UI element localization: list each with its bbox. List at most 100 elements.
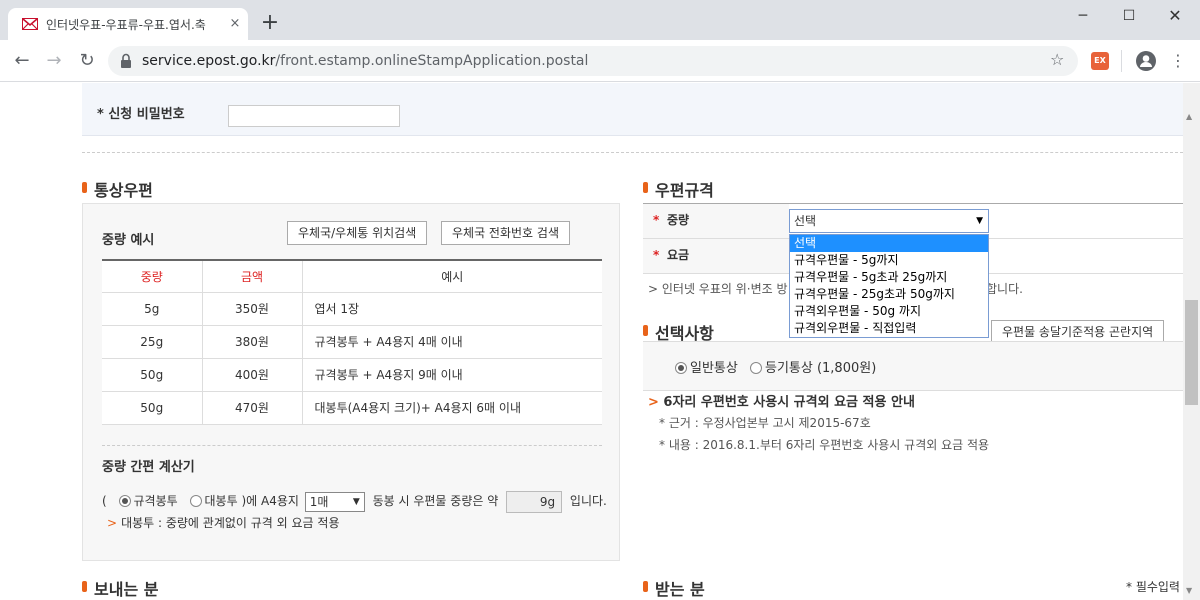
fee-label: 요금	[667, 248, 690, 262]
radio-registered-mail[interactable]	[749, 362, 762, 374]
divider	[102, 445, 602, 446]
large-envelope-note: > 대봉투 : 중량에 관계없이 규격 외 요금 적용	[107, 514, 340, 531]
radio-standard-envelope[interactable]	[118, 495, 131, 507]
weight-calculator-title: 중량 간편 계산기	[102, 460, 195, 475]
tab-close-icon[interactable]: ×	[226, 15, 244, 33]
chevron-down-icon: ▼	[352, 496, 360, 507]
calc-after-select: 동봉 시 우편물 중량은 약	[372, 494, 499, 508]
cell-weight: 5g	[102, 291, 203, 326]
fee-label-cell: * 요금	[643, 239, 789, 273]
chevron-down-icon: ▼	[976, 216, 983, 226]
weight-example-title: 중량 예시	[102, 233, 155, 248]
address-bar[interactable]: service.epost.go.kr/front.estamp.onlineS…	[108, 46, 1078, 76]
section-title-receiver: 받는 분	[643, 576, 705, 600]
lock-icon	[121, 53, 131, 68]
weight-example-box: 중량 예시 우체국/우체통 위치검색 우체국 전화번호 검색 중량 금액 예시 …	[82, 203, 620, 561]
radio-large-envelope[interactable]	[189, 495, 202, 507]
weight-select-value: 선택	[794, 214, 817, 228]
note-arrow-icon: >	[648, 395, 664, 410]
cell-example: 규격봉투 + A4용지 9매 이내	[301, 357, 602, 392]
weight-dropdown-list[interactable]: 선택 규격우편물 - 5g까지 규격우편물 - 5g초과 25g까지 규격우편물…	[789, 234, 989, 338]
forgery-note-suffix: 합니다.	[986, 282, 1023, 296]
calc-open-paren: (	[102, 494, 107, 508]
table-row: 50g 470원 대봉투(A4용지 크기)+ A4용지 6매 이내	[102, 390, 602, 425]
table-row: 50g 400원 규격봉투 + A4용지 9매 이내	[102, 357, 602, 392]
section-title-sender: 보내는 분	[82, 576, 158, 600]
url-host: service.epost.go.kr	[142, 53, 276, 69]
dropdown-option[interactable]: 규격외우편물 - 50g 까지	[790, 303, 988, 320]
sheet-count-value: 1매	[309, 494, 329, 509]
zip-code-fee-notice-title: > 6자리 우편번호 사용시 규격외 요금 적용 안내	[648, 391, 915, 410]
section-title-regular-mail: 통상우편	[82, 177, 153, 201]
cell-price: 380원	[201, 324, 303, 359]
calc-tail: 입니다.	[569, 494, 607, 508]
url-text: service.epost.go.kr/front.estamp.onlineS…	[142, 53, 588, 69]
column-header-price: 금액	[201, 259, 303, 293]
mail-type-radios: 일반통상 등기통상 (1,800원)	[667, 357, 876, 376]
toolbar-divider	[1121, 50, 1122, 72]
password-label: * 신청 비밀번호	[97, 107, 185, 122]
table-row: 25g 380원 규격봉투 + A4용지 4매 이내	[102, 324, 602, 359]
tab-strip: 인터넷우표-우표류-우표.엽서.축 × + ─ ☐ ✕	[0, 0, 1200, 40]
note-arrow-icon: >	[107, 516, 118, 530]
dropdown-option[interactable]: 규격외우편물 - 직접입력	[790, 320, 988, 337]
window-minimize-button[interactable]: ─	[1060, 2, 1106, 30]
cell-weight: 50g	[102, 390, 203, 425]
radio-large-label: 대봉투	[204, 494, 238, 508]
password-row: * 신청 비밀번호	[82, 83, 1183, 136]
cell-example: 규격봉투 + A4용지 4매 이내	[301, 324, 602, 359]
epost-favicon-icon	[22, 18, 38, 30]
weight-select[interactable]: 선택 ▼	[789, 209, 989, 233]
notice-content: * 내용 : 2016.8.1.부터 6자리 우편번호 사용시 규격외 요금 적…	[659, 438, 990, 452]
password-input[interactable]	[228, 105, 400, 127]
column-header-example: 예시	[301, 259, 602, 293]
browser-tab[interactable]: 인터넷우표-우표류-우표.엽서.축 ×	[8, 8, 248, 40]
bookmark-star-icon[interactable]: ☆	[1050, 50, 1064, 69]
url-path: /front.estamp.onlineStampApplication.pos…	[275, 53, 589, 69]
scroll-up-icon[interactable]: ▲	[1186, 112, 1192, 121]
browser-toolbar: ← → ↻ service.epost.go.kr/front.estamp.o…	[0, 40, 1200, 82]
tab-title: 인터넷우표-우표류-우표.엽서.축	[46, 18, 206, 32]
scrollbar-thumb[interactable]	[1185, 300, 1198, 405]
radio-normal-label: 일반통상	[690, 361, 738, 376]
back-arrow-icon[interactable]: ←	[10, 49, 34, 73]
page-content: * 신청 비밀번호 통상우편 중량 예시 우체국/우체통 위치검색 우체국 전화…	[0, 83, 1183, 600]
dropdown-option[interactable]: 선택	[790, 235, 988, 252]
cell-price: 470원	[201, 390, 303, 425]
dropdown-option[interactable]: 규격우편물 - 5g초과 25g까지	[790, 269, 988, 286]
forward-arrow-icon[interactable]: →	[42, 49, 66, 73]
divider	[82, 152, 1183, 153]
cell-example: 엽서 1장	[301, 291, 602, 326]
column-header-weight: 중량	[102, 259, 203, 293]
required-input-note: * 필수입력	[1126, 580, 1180, 594]
post-office-phone-button[interactable]: 우체국 전화번호 검색	[441, 221, 570, 245]
sheet-count-select[interactable]: 1매 ▼	[304, 491, 365, 512]
weight-table: 중량 금액 예시 5g 350원 엽서 1장 25g 380원 규격봉투 + A…	[102, 259, 602, 425]
profile-avatar-icon[interactable]	[1136, 51, 1156, 71]
forgery-note-prefix: > 인터넷 우표의 위·변조 방	[648, 282, 788, 296]
cell-example: 대봉투(A4용지 크기)+ A4용지 6매 이내	[301, 390, 602, 425]
cell-price: 350원	[201, 291, 303, 326]
table-header-row: 중량 금액 예시	[102, 259, 602, 293]
radio-normal-mail[interactable]	[675, 362, 687, 374]
menu-kebab-icon[interactable]: ⋮	[1170, 49, 1186, 73]
weight-label-cell: * 중량	[643, 204, 789, 238]
new-tab-button[interactable]: +	[260, 12, 280, 34]
cell-weight: 50g	[102, 357, 203, 392]
notice-basis: * 근거 : 우정사업본부 고시 제2015-67호	[659, 416, 871, 430]
extension-icon[interactable]: EX	[1091, 52, 1109, 70]
section-title-mail-spec: 우편규격	[643, 177, 714, 201]
options-row: 일반통상 등기통상 (1,800원)	[643, 341, 1183, 391]
window-maximize-button[interactable]: ☐	[1106, 2, 1152, 30]
large-envelope-note-text: 대봉투 : 중량에 관계없이 규격 외 요금 적용	[121, 516, 340, 530]
post-office-location-button[interactable]: 우체국/우체통 위치검색	[287, 221, 428, 245]
window-close-button[interactable]: ✕	[1152, 2, 1198, 30]
dropdown-option[interactable]: 규격우편물 - 25g초과 50g까지	[790, 286, 988, 303]
reload-icon[interactable]: ↻	[75, 49, 99, 73]
calc-middle-text: )에 A4용지	[241, 494, 299, 508]
required-mark: *	[653, 248, 660, 262]
weight-calculator-row: ( 규격봉투 대봉투 )에 A4용지 1매 ▼ 동봉 시 우편물 중량은 약 9g…	[102, 490, 612, 513]
dropdown-option[interactable]: 규격우편물 - 5g까지	[790, 252, 988, 269]
scroll-down-icon[interactable]: ▼	[1186, 586, 1192, 595]
zip-code-fee-notice-text: 6자리 우편번호 사용시 규격외 요금 적용 안내	[663, 395, 915, 410]
